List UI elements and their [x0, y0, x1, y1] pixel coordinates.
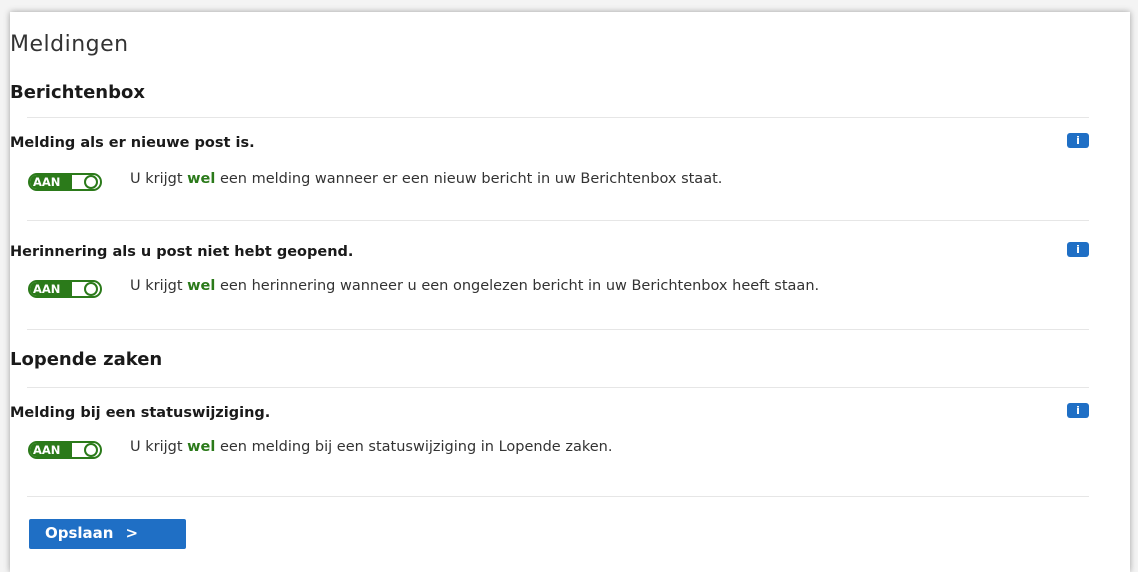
setting-description-status-change: U krijgt wel een melding bij een statusw…: [130, 439, 612, 455]
description-highlight: wel: [187, 439, 216, 455]
divider: [27, 496, 1089, 497]
page-title: Meldingen: [10, 32, 129, 57]
chevron-right-icon: >: [125, 524, 139, 542]
section-title-berichtenbox: Berichtenbox: [10, 82, 145, 103]
info-icon[interactable]: i: [1067, 403, 1089, 418]
toggle-knob: [84, 282, 98, 296]
toggle-knob: [84, 443, 98, 457]
description-highlight: wel: [187, 278, 216, 294]
setting-title-new-post: Melding als er nieuwe post is.: [10, 135, 255, 151]
toggle-reminder[interactable]: AAN: [28, 280, 102, 298]
description-text: een herinnering wanneer u een ongelezen …: [215, 278, 820, 294]
toggle-label: AAN: [30, 175, 72, 189]
setting-title-reminder: Herinnering als u post niet hebt geopend…: [10, 244, 354, 260]
setting-description-reminder: U krijgt wel een herinnering wanneer u e…: [130, 278, 819, 294]
divider: [27, 220, 1089, 221]
divider: [27, 329, 1089, 330]
description-text: U krijgt: [130, 171, 188, 187]
setting-description-new-post: U krijgt wel een melding wanneer er een …: [130, 171, 722, 187]
description-text: U krijgt: [130, 278, 188, 294]
info-icon[interactable]: i: [1067, 133, 1089, 148]
save-button[interactable]: Opslaan >: [29, 519, 186, 549]
info-icon[interactable]: i: [1067, 242, 1089, 257]
description-highlight: wel: [187, 171, 216, 187]
divider: [27, 117, 1089, 118]
description-text: een melding wanneer er een nieuw bericht…: [215, 171, 723, 187]
section-title-lopende-zaken: Lopende zaken: [10, 349, 163, 370]
save-button-label: Opslaan: [45, 524, 114, 542]
toggle-label: AAN: [30, 282, 72, 296]
description-text: een melding bij een statuswijziging in L…: [215, 439, 613, 455]
settings-card: Meldingen Berichtenbox Melding als er ni…: [10, 12, 1130, 572]
toggle-status-change[interactable]: AAN: [28, 441, 102, 459]
setting-title-status-change: Melding bij een statuswijziging.: [10, 405, 271, 421]
toggle-knob: [84, 175, 98, 189]
toggle-label: AAN: [30, 443, 72, 457]
toggle-new-post[interactable]: AAN: [28, 173, 102, 191]
description-text: U krijgt: [130, 439, 188, 455]
divider: [27, 387, 1089, 388]
